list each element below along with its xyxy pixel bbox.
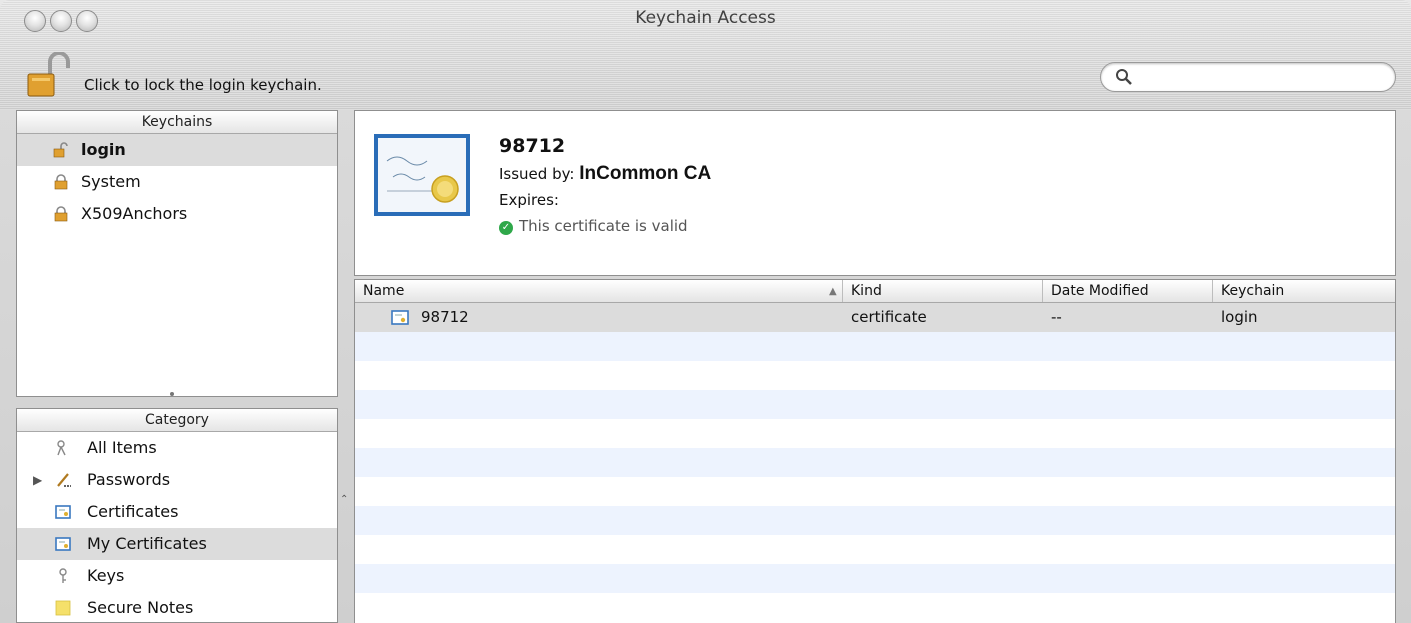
empty-row [355,506,1395,535]
empty-row [355,477,1395,506]
lock-keychain-label: Click to lock the login keychain. [84,76,322,94]
certificate-summary: 98712 Issued by: InCommon CA Expires: ✓ T… [354,110,1396,276]
keychain-item-x509anchors[interactable]: X509Anchors [17,198,337,230]
empty-row [355,593,1395,622]
cell-kind: certificate [851,308,927,326]
certificate-icon [55,537,71,551]
column-header-keychain[interactable]: Keychain [1213,280,1395,302]
sort-ascending-icon: ▲ [829,286,837,297]
certificate-icon [391,310,409,325]
lock-open-icon [53,142,68,158]
lock-open-icon [27,51,70,97]
category-item-label: Passwords [87,470,171,489]
table-header: Name ▲ Kind Date Modified Keychain [355,280,1395,303]
keychain-item-system[interactable]: System [17,166,337,198]
column-header-kind[interactable]: Kind [843,280,1043,302]
keychain-item-login[interactable]: login [17,134,337,166]
lock-icon [54,174,68,190]
disclosure-triangle-icon[interactable]: ▶ [33,464,42,496]
cell-keychain: login [1221,308,1258,326]
pen-icon [57,473,71,487]
table-row[interactable]: 98712 certificate -- login [355,303,1395,332]
certificate-icon [374,134,470,216]
items-table: Name ▲ Kind Date Modified Keychain 98712… [354,279,1396,623]
checkmark-icon: ✓ [499,221,513,235]
keychain-item-label: X509Anchors [81,204,188,223]
keychain-item-label: login [81,140,126,159]
cell-name: 98712 [421,308,469,326]
keychain-access-window: Keychain Access Click to lock the login … [0,0,1411,623]
category-item-secure-notes[interactable]: Secure Notes [17,592,337,622]
keychain-item-label: System [81,172,141,191]
category-item-my-certificates[interactable]: My Certificates [17,528,337,560]
validity-status: ✓ This certificate is valid [499,217,688,235]
issued-by-label: Issued by: [499,165,575,183]
empty-row [355,361,1395,390]
category-item-label: Certificates [87,502,179,521]
category-header: Category [17,409,337,432]
keychains-header: Keychains [17,111,337,134]
empty-row [355,535,1395,564]
vertical-splitter-handle[interactable]: ⌃ [340,494,348,505]
keychains-list: Keychains login System X509Anchors [16,110,338,397]
category-item-certificates[interactable]: Certificates [17,496,337,528]
category-item-keys[interactable]: Keys [17,560,337,592]
empty-row [355,564,1395,593]
empty-row [355,419,1395,448]
category-item-label: Keys [87,566,125,585]
cell-date-modified: -- [1051,308,1062,326]
pane-splitter-handle[interactable] [170,392,174,396]
column-header-label: Kind [851,283,882,299]
validity-text: This certificate is valid [519,217,688,235]
empty-row [355,390,1395,419]
key-icon [59,568,67,583]
column-header-label: Name [363,283,405,299]
note-icon [55,600,71,616]
certificate-icon [55,505,71,519]
search-field[interactable] [1100,62,1396,92]
lock-keychain-button[interactable] [22,51,74,100]
column-header-label: Date Modified [1051,283,1149,299]
category-item-all-items[interactable]: All Items [17,432,337,464]
certificate-name: 98712 [499,135,566,157]
column-header-name[interactable]: Name ▲ [355,280,843,302]
empty-row [355,448,1395,477]
lock-icon [54,206,68,222]
expires-label: Expires: [499,191,559,209]
window-title: Keychain Access [635,8,776,28]
category-item-label: My Certificates [87,534,207,553]
search-icon [1116,69,1132,85]
keys-icon [57,440,66,456]
category-item-passwords[interactable]: ▶ Passwords [17,464,337,496]
empty-row [355,332,1395,361]
issued-by-line: Issued by: InCommon CA [499,163,711,185]
column-header-date-modified[interactable]: Date Modified [1043,280,1213,302]
column-header-label: Keychain [1221,283,1285,299]
category-list: Category All Items ▶ Passwords Certifica… [16,408,338,623]
issuer-name: InCommon CA [579,163,712,184]
title-bar: Keychain Access [0,0,1411,44]
category-item-label: All Items [87,438,157,457]
category-item-label: Secure Notes [87,598,194,617]
